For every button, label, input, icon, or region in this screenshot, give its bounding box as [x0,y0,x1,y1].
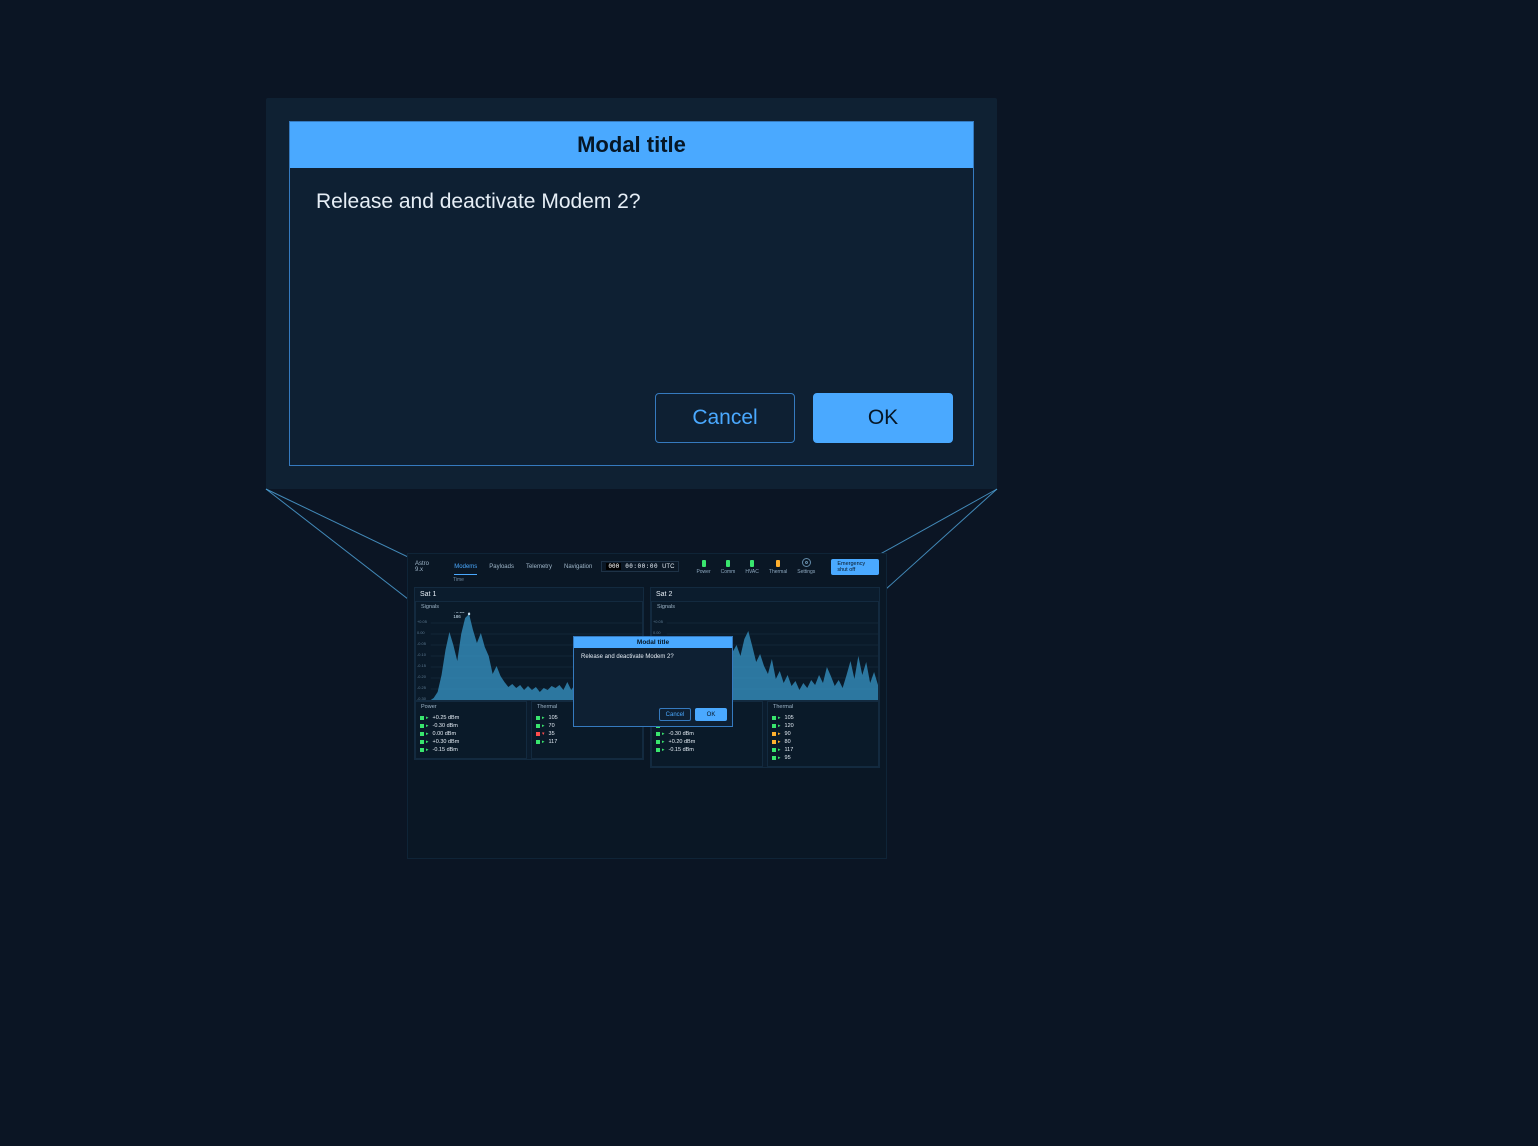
status-square-icon [772,732,776,736]
status-square-icon [420,724,424,728]
modal-title: Modal title [290,122,973,168]
svg-text:186: 186 [453,614,461,619]
status-square-icon [536,716,540,720]
list-item: ▾35 [536,730,638,738]
mini-cancel-button[interactable]: Cancel [659,708,691,721]
svg-text:+0.05: +0.05 [653,619,664,624]
list-item: ▸+0.20 dBm [656,738,758,746]
status-square-icon [656,748,660,752]
mini-modal-message: Release and deactivate Modem 2? [574,648,732,708]
status-hvac[interactable]: HVAC [745,560,759,575]
status-dot-icon [776,560,780,567]
nav-navigation[interactable]: Navigation [564,564,592,570]
status-power[interactable]: Power [696,560,710,575]
svg-text:-0.10: -0.10 [417,652,427,657]
mini-modal-title: Modal title [574,637,732,648]
svg-text:-0.05: -0.05 [417,641,427,646]
svg-text:-0.15: -0.15 [417,663,427,668]
clock-tz: UTC [662,564,674,570]
status-comm[interactable]: Comm [721,560,736,575]
signals-label: Signals [652,602,878,612]
status-thermal[interactable]: Thermal [769,560,787,575]
status-square-icon [772,748,776,752]
gear-icon [802,558,811,567]
sat-2-title: Sat 2 [651,588,879,601]
nav-modems[interactable]: Modems [454,564,477,570]
clock-label: Time [453,577,464,583]
status-square-icon [656,732,660,736]
list-item: ▸0.00 dBm [420,730,522,738]
mini-modal-actions: Cancel OK [574,708,732,726]
list-item: ▸-0.15 dBm [420,746,522,754]
svg-text:0.00: 0.00 [417,630,425,635]
thermal-list: ▸105 ▸120 ▸90 ▸80 ▸117 ▸95 [768,712,878,766]
list-item: ▸-0.30 dBm [420,722,522,730]
app-header: Astro 9.x Modems Payloads Telemetry Navi… [408,554,886,579]
nav-telemetry[interactable]: Telemetry [526,564,552,570]
emergency-button[interactable]: Emergency shut off [831,559,879,575]
status-row: Power Comm HVAC Thermal Settings Emergen… [696,558,879,575]
status-square-icon [772,724,776,728]
thermal-title: Thermal [768,702,878,712]
mini-ok-button[interactable]: OK [695,708,727,721]
clock-time: 00:00:00 [625,563,658,570]
ok-button[interactable]: OK [813,393,953,443]
app-nav: Modems Payloads Telemetry Navigation [454,564,592,570]
status-square-icon [420,732,424,736]
example-modal-frame: Modal title Release and deactivate Modem… [266,98,997,489]
svg-text:-0.30: -0.30 [417,696,427,700]
sat-2-thermal: Thermal ▸105 ▸120 ▸90 ▸80 ▸117 ▸95 [767,701,879,767]
modal-actions: Cancel OK [290,393,973,465]
list-item: ▸90 [772,730,874,738]
app-brand: Astro 9.x [415,561,437,573]
status-dot-icon [702,560,706,567]
status-square-icon [772,716,776,720]
list-item: ▸117 [772,746,874,754]
status-square-icon [772,756,776,760]
mini-modal: Modal title Release and deactivate Modem… [573,636,733,727]
list-item: ▸95 [772,754,874,762]
svg-text:0.00: 0.00 [653,630,661,635]
list-item: ▸-0.30 dBm [656,730,758,738]
clock-day: 000 [606,563,621,570]
svg-text:-0.25: -0.25 [417,685,427,690]
svg-text:-0.20: -0.20 [417,674,427,679]
status-square-icon [656,740,660,744]
status-dot-icon [726,560,730,567]
cancel-button[interactable]: Cancel [655,393,795,443]
list-item: ▸105 [772,714,874,722]
power-title: Power [416,702,526,712]
status-dot-icon [750,560,754,567]
nav-payloads[interactable]: Payloads [489,564,514,570]
list-item: ▸-0.15 dBm [656,746,758,754]
status-square-icon [772,740,776,744]
status-square-icon [420,740,424,744]
status-square-icon [536,732,540,736]
settings[interactable]: Settings [797,558,815,575]
signals-label: Signals [416,602,642,612]
svg-text:+0.05: +0.05 [417,619,428,624]
example-modal: Modal title Release and deactivate Modem… [289,121,974,466]
list-item: ▸117 [536,738,638,746]
sat-1-power: Power ▸+0.25 dBm ▸-0.30 dBm ▸0.00 dBm ▸+… [415,701,527,759]
status-square-icon [536,724,540,728]
list-item: ▸+0.25 dBm [420,714,522,722]
sat-1-title: Sat 1 [415,588,643,601]
list-item: ▸80 [772,738,874,746]
status-square-icon [420,716,424,720]
status-square-icon [536,740,540,744]
power-list: ▸+0.25 dBm ▸-0.30 dBm ▸0.00 dBm ▸+0.30 d… [416,712,526,758]
clock: 000 00:00:00 UTC [601,561,679,572]
list-item: ▸120 [772,722,874,730]
status-square-icon [420,748,424,752]
modal-message: Release and deactivate Modem 2? [290,168,973,393]
list-item: ▸+0.30 dBm [420,738,522,746]
